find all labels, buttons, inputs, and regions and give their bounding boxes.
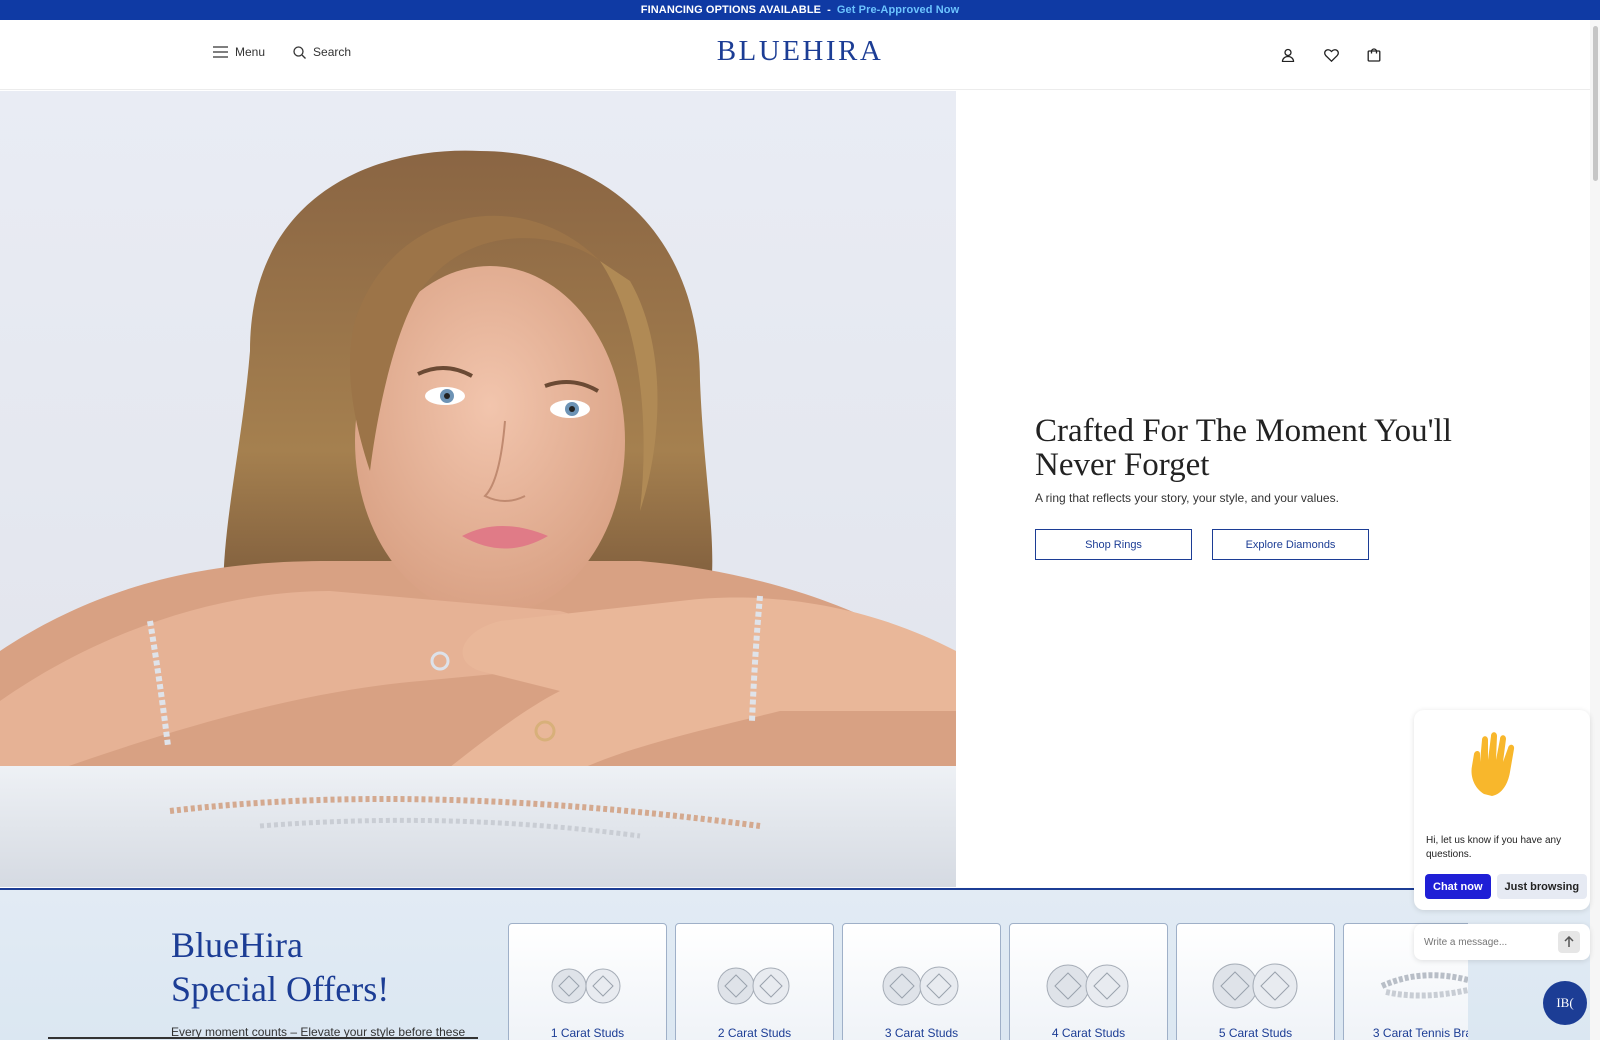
chat-now-button[interactable]: Chat now	[1425, 874, 1491, 899]
offer-card-label: 2 Carat Studs	[717, 1026, 792, 1040]
hero-image	[0, 91, 956, 887]
hero-title-line1: Crafted For The Moment You'll	[1035, 413, 1452, 449]
offers-title-line2: Special Offers!	[171, 969, 390, 1009]
waving-hand-icon	[1471, 732, 1515, 796]
hero-title: Crafted For The Moment You'll Never Forg…	[1035, 414, 1555, 482]
get-pre-approved-link[interactable]: Get Pre-Approved Now	[837, 4, 959, 16]
special-offers-section: BlueHira Special Offers! Every moment co…	[0, 888, 1590, 1040]
header-actions	[1278, 45, 1407, 65]
hero-content: Crafted For The Moment You'll Never Forg…	[1035, 414, 1555, 560]
offer-card-label: 1 Carat Studs	[550, 1026, 625, 1040]
chat-quick-replies: Chat now Just browsing	[1425, 874, 1588, 899]
page-scrollbar-thumb[interactable]	[1593, 26, 1598, 181]
chat-launcher-label: IB(	[1556, 995, 1574, 1010]
stud-earrings-image	[1046, 964, 1129, 1008]
hero-subtitle: A ring that reflects your story, your st…	[1035, 491, 1339, 505]
offer-card[interactable]: 2 Carat Studs	[675, 923, 834, 1040]
stud-earrings-image	[551, 968, 621, 1004]
wishlist-heart-icon	[1323, 48, 1339, 62]
wishlist-button[interactable]	[1321, 45, 1341, 65]
chat-message-input[interactable]	[1424, 936, 1554, 948]
account-button[interactable]	[1278, 45, 1298, 65]
offer-card[interactable]: 3 Carat Studs	[842, 923, 1001, 1040]
site-header: Menu Search BLUEHIRA	[0, 20, 1600, 90]
section-divider	[48, 1037, 478, 1039]
hero-model-illustration	[0, 150, 956, 887]
just-browsing-button[interactable]: Just browsing	[1496, 874, 1588, 899]
chat-send-button[interactable]	[1558, 931, 1580, 953]
offer-card-label: 4 Carat Studs	[1051, 1026, 1126, 1040]
hero-title-line2: Never Forget	[1035, 447, 1210, 483]
shop-rings-button[interactable]: Shop Rings	[1035, 529, 1192, 560]
announcement-separator: -	[827, 4, 831, 16]
offer-card[interactable]: 4 Carat Studs	[1009, 923, 1168, 1040]
arrow-up-icon	[1564, 936, 1574, 947]
offer-card-label: 3 Carat Studs	[884, 1026, 959, 1040]
offer-card[interactable]: 5 Carat Studs	[1176, 923, 1335, 1040]
offer-card-label: 3 Carat Tennis Bra	[1372, 1026, 1468, 1040]
chat-message: Hi, let us know if you have any question…	[1426, 835, 1562, 860]
tennis-bracelet-image	[1380, 972, 1468, 999]
announcement-text: FINANCING OPTIONS AVAILABLE	[640, 4, 822, 16]
offer-card-label: 5 Carat Studs	[1218, 1026, 1293, 1040]
account-icon	[1281, 48, 1295, 62]
offer-card[interactable]: 1 Carat Studs	[508, 923, 667, 1040]
offers-carousel[interactable]: 1 Carat Studs 2 Carat Studs 3 Carat Stud…	[508, 923, 1468, 1040]
offers-title-line1: BlueHira	[171, 925, 303, 965]
hero-buttons: Shop Rings Explore Diamonds	[1035, 529, 1555, 560]
explore-diamonds-button[interactable]: Explore Diamonds	[1212, 529, 1369, 560]
cart-button[interactable]	[1364, 45, 1384, 65]
stud-earrings-image	[882, 966, 959, 1006]
stud-earrings-image	[1212, 963, 1298, 1009]
cart-bag-icon	[1367, 48, 1381, 62]
chat-launcher-button[interactable]: IB(	[1543, 981, 1587, 1025]
announcement-bar: FINANCING OPTIONS AVAILABLE - Get Pre-Ap…	[0, 0, 1600, 20]
stud-earrings-image	[717, 967, 790, 1005]
chat-popup: Hi, let us know if you have any question…	[1414, 710, 1590, 910]
offers-title: BlueHira Special Offers!	[171, 923, 389, 1011]
